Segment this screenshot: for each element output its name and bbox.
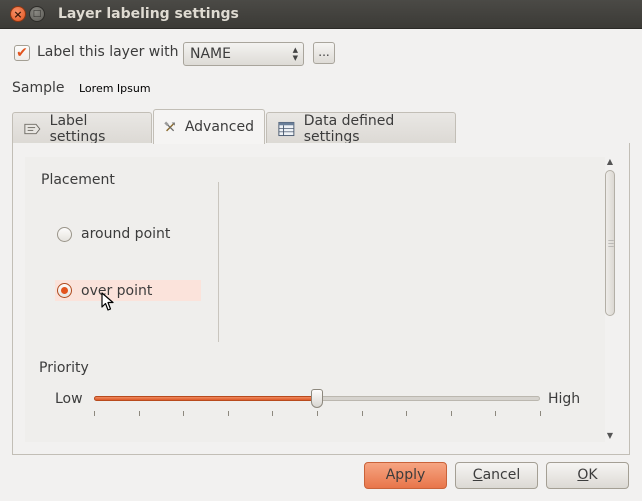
maximize-icon: □: [32, 8, 42, 19]
placement-divider: [218, 182, 219, 342]
slider-tick: [317, 411, 318, 416]
ok-button[interactable]: OK: [546, 462, 629, 489]
scroll-down-icon[interactable]: ▼: [604, 431, 616, 441]
slider-tick: [272, 411, 273, 416]
priority-slider-fill: [94, 396, 317, 401]
apply-button[interactable]: Apply: [364, 462, 447, 489]
sample-preview: Lorem Ipsum: [79, 82, 151, 95]
ok-mnemonic: O: [577, 467, 589, 483]
slider-tick: [228, 411, 229, 416]
tab-advanced[interactable]: Advanced: [153, 109, 265, 144]
slider-tick: [495, 411, 496, 416]
tab-label: Data defined settings: [303, 112, 395, 145]
slider-tick: [406, 411, 407, 416]
tools-icon: [164, 121, 175, 132]
ok-label-rest: K: [588, 467, 598, 483]
radio-over-point[interactable]: [57, 283, 72, 298]
close-icon: ×: [13, 7, 23, 21]
slider-tick: [451, 411, 452, 416]
tab-label: Advanced: [184, 119, 254, 135]
vertical-scrollbar[interactable]: ▲ — — — ▼: [604, 157, 616, 442]
label-layer-checkbox[interactable]: ✔: [14, 45, 30, 61]
cancel-button[interactable]: Cancel: [455, 462, 538, 489]
scroll-up-icon[interactable]: ▲: [604, 157, 616, 167]
priority-slider-handle[interactable]: [311, 389, 323, 408]
placement-title: Placement: [41, 172, 115, 188]
priority-title: Priority: [39, 360, 89, 376]
label-field-value: NAME: [190, 46, 231, 62]
table-icon: [278, 121, 295, 136]
title-bar: × □ Layer labeling settings: [0, 0, 642, 29]
mouse-cursor-icon: [101, 292, 114, 311]
clipped-section-label: [41, 437, 101, 443]
radio-around-point-label[interactable]: around point: [81, 226, 170, 242]
maximize-window-button[interactable]: □: [29, 6, 45, 22]
tab-data-defined-settings[interactable]: Data defined settings: [266, 112, 456, 145]
cancel-mnemonic: C: [472, 467, 483, 483]
checkmark-icon: ✔: [16, 45, 28, 61]
priority-high-label: High: [548, 391, 581, 407]
slider-tick: [362, 411, 363, 416]
tab-label-settings[interactable]: Label settings: [12, 112, 152, 145]
grip-icon: — — —: [608, 237, 614, 250]
label-settings-icon: [24, 123, 41, 134]
close-window-button[interactable]: ×: [10, 6, 26, 22]
spin-arrows-icon: ▲ ▼: [292, 46, 298, 62]
tab-label: Label settings: [49, 112, 106, 145]
radio-around-point[interactable]: [57, 227, 72, 242]
sample-label: Sample: [12, 80, 65, 96]
radio-over-point-label[interactable]: over point: [81, 283, 152, 299]
window-title: Layer labeling settings: [58, 6, 239, 22]
slider-tick: [139, 411, 140, 416]
slider-tick: [183, 411, 184, 416]
dialog-window: × □ Layer labeling settings ✔ Label this…: [0, 0, 642, 501]
expression-button[interactable]: ...: [313, 42, 335, 64]
label-layer-checkbox-label[interactable]: Label this layer with: [37, 44, 179, 60]
scrollbar-thumb[interactable]: — — —: [605, 170, 615, 316]
priority-low-label: Low: [55, 391, 83, 407]
cancel-label-rest: ancel: [482, 467, 521, 483]
label-field-select[interactable]: NAME ▲ ▼: [183, 42, 304, 66]
slider-tick: [540, 411, 541, 416]
slider-tick: [94, 411, 95, 416]
